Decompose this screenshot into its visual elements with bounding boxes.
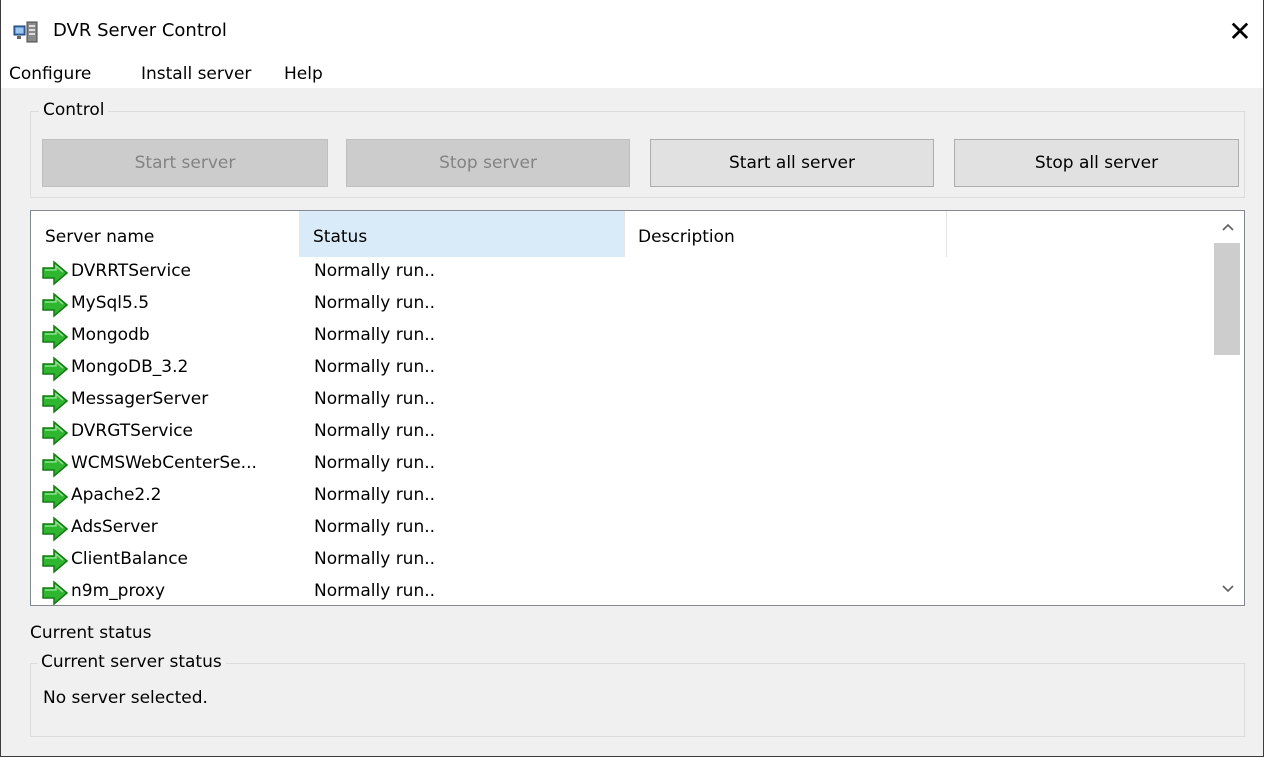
dvr-server-icon	[13, 21, 38, 43]
current-server-status-group	[30, 663, 1245, 737]
stop-server-button[interactable]: Stop server	[346, 139, 630, 187]
menu-help[interactable]: Help	[284, 62, 323, 88]
server-name: MessagerServer	[71, 389, 209, 409]
table-row[interactable]: MySql5.5 Normally run..	[31, 289, 1211, 321]
stop-all-server-button[interactable]: Stop all server	[954, 139, 1239, 187]
server-status: Normally run..	[314, 517, 436, 537]
server-name: MongoDB_3.2	[71, 357, 189, 377]
server-name: DVRGTService	[71, 421, 194, 441]
green-arrow-icon	[42, 292, 69, 318]
table-row[interactable]: MongoDB_3.2 Normally run..	[31, 353, 1211, 385]
column-divider	[946, 211, 947, 257]
scroll-thumb[interactable]	[1214, 243, 1240, 355]
table-row[interactable]: DVRRTService Normally run..	[31, 257, 1211, 289]
menu-configure[interactable]: Configure	[9, 62, 91, 88]
control-group-label: Control	[39, 100, 109, 120]
column-divider	[624, 211, 625, 257]
green-arrow-icon	[42, 324, 69, 350]
server-status: Normally run..	[314, 357, 436, 377]
green-arrow-icon	[42, 356, 69, 382]
start-server-button[interactable]: Start server	[42, 139, 328, 187]
server-name: Apache2.2	[71, 485, 162, 505]
server-list[interactable]: Server name Status Description DVRRTServ…	[30, 210, 1245, 606]
server-name: AdsServer	[71, 517, 158, 537]
column-status[interactable]: Status	[299, 211, 624, 257]
table-row[interactable]: Apache2.2 Normally run..	[31, 481, 1211, 513]
table-row[interactable]: ClientBalance Normally run..	[31, 545, 1211, 577]
menu-bar: Configure Install server Help	[1, 62, 1263, 88]
table-row[interactable]: AdsServer Normally run..	[31, 513, 1211, 545]
server-status: Normally run..	[314, 293, 436, 313]
server-status: Normally run..	[314, 453, 436, 473]
green-arrow-icon	[42, 580, 69, 605]
server-name: Mongodb	[71, 325, 150, 345]
server-name: ClientBalance	[71, 549, 189, 569]
green-arrow-icon	[42, 260, 69, 286]
server-name: DVRRTService	[71, 261, 192, 281]
server-status: Normally run..	[314, 261, 436, 281]
server-name: WCMSWebCenterSe...	[71, 453, 257, 473]
scroll-down-icon[interactable]	[1212, 573, 1244, 605]
column-description[interactable]: Description	[624, 211, 946, 257]
green-arrow-icon	[42, 484, 69, 510]
table-row[interactable]: n9m_proxy Normally run..	[31, 577, 1211, 605]
close-icon[interactable]: ✕	[1217, 0, 1263, 62]
current-status-label: Current status	[30, 623, 152, 643]
server-name: MySql5.5	[71, 293, 150, 313]
app-window: DVR Server Control ✕ Configure Install s…	[0, 0, 1264, 757]
server-status: Normally run..	[314, 389, 436, 409]
table-row[interactable]: Mongodb Normally run..	[31, 321, 1211, 353]
green-arrow-icon	[42, 548, 69, 574]
green-arrow-icon	[42, 420, 69, 446]
server-status: Normally run..	[314, 581, 436, 601]
title-bar: DVR Server Control ✕	[1, 0, 1263, 62]
scroll-up-icon[interactable]	[1212, 211, 1244, 243]
current-server-status-group-label: Current server status	[37, 652, 226, 672]
status-message: No server selected.	[43, 688, 208, 708]
column-server-name[interactable]: Server name	[31, 211, 299, 257]
green-arrow-icon	[42, 452, 69, 478]
table-row[interactable]: WCMSWebCenterSe... Normally run..	[31, 449, 1211, 481]
window-title: DVR Server Control	[53, 20, 227, 41]
green-arrow-icon	[42, 388, 69, 414]
green-arrow-icon	[42, 516, 69, 542]
start-all-server-button[interactable]: Start all server	[650, 139, 934, 187]
server-status: Normally run..	[314, 421, 436, 441]
server-status: Normally run..	[314, 325, 436, 345]
menu-install-server[interactable]: Install server	[141, 62, 251, 88]
server-status: Normally run..	[314, 549, 436, 569]
table-row[interactable]: DVRGTService Normally run..	[31, 417, 1211, 449]
table-row[interactable]: MessagerServer Normally run..	[31, 385, 1211, 417]
vertical-scrollbar[interactable]	[1212, 211, 1244, 605]
server-name: n9m_proxy	[71, 581, 166, 601]
server-status: Normally run..	[314, 485, 436, 505]
